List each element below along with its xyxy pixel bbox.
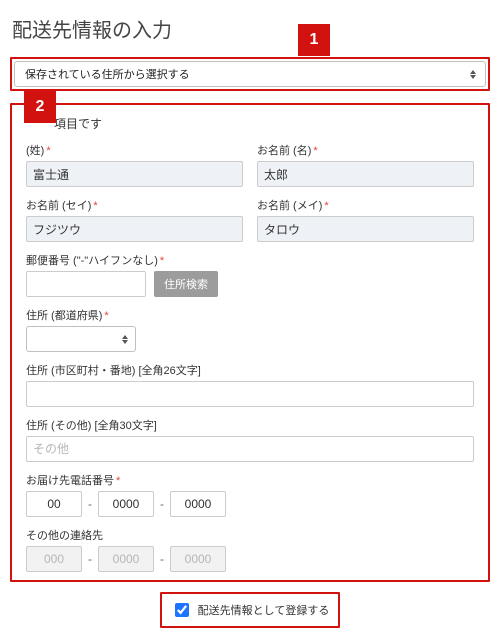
kana-mei-input[interactable] [257,216,474,242]
saved-address-select[interactable]: 保存されている住所から選択する [14,61,486,87]
form-frame: 項目です (姓)* お名前 (名)* お名前 (セイ)* [10,103,490,582]
alt-phone-1-input[interactable] [26,546,82,572]
city-label: 住所 (市区町村・番地) [全角26文字] [26,362,474,378]
dash-icon: - [88,497,92,511]
name-mei-input[interactable] [257,161,474,187]
kana-sei-input[interactable] [26,216,243,242]
name-mei-label: お名前 (名)* [257,142,474,158]
register-checkbox[interactable] [175,603,189,617]
zip-input[interactable] [26,271,146,297]
updown-icon [121,333,129,345]
alt-contact-label: その他の連絡先 [26,527,474,543]
phone-2-input[interactable] [98,491,154,517]
updown-icon [469,68,477,80]
pref-select[interactable] [26,326,136,352]
callout-badge-2: 2 [24,91,56,123]
addr-other-label: 住所 (その他) [全角30文字] [26,417,474,433]
kana-sei-label: お名前 (セイ)* [26,197,243,213]
phone-1-input[interactable] [26,491,82,517]
kana-mei-label: お名前 (メイ)* [257,197,474,213]
phone-3-input[interactable] [170,491,226,517]
register-label: 配送先情報として登録する [198,602,330,618]
alt-phone-2-input[interactable] [98,546,154,572]
dash-icon: - [160,552,164,566]
name-sei-input[interactable] [26,161,243,187]
name-sei-label: (姓)* [26,142,243,158]
saved-address-select-frame: 保存されている住所から選択する [10,57,490,91]
addr-other-input[interactable] [26,436,474,462]
callout-badge-1: 1 [298,24,330,56]
saved-address-select-label: 保存されている住所から選択する [25,66,190,82]
phone-label: お届け先電話番号* [26,472,474,488]
page-title: 配送先情報の入力 [12,14,490,43]
dash-icon: - [160,497,164,511]
required-note: 項目です [54,115,474,132]
zip-label: 郵便番号 ("-"ハイフンなし)* [26,252,474,268]
zip-search-button[interactable]: 住所検索 [154,271,218,297]
pref-label: 住所 (都道府県)* [26,307,474,323]
dash-icon: - [88,552,92,566]
city-input[interactable] [26,381,474,407]
register-frame: 配送先情報として登録する [160,592,340,628]
alt-phone-3-input[interactable] [170,546,226,572]
